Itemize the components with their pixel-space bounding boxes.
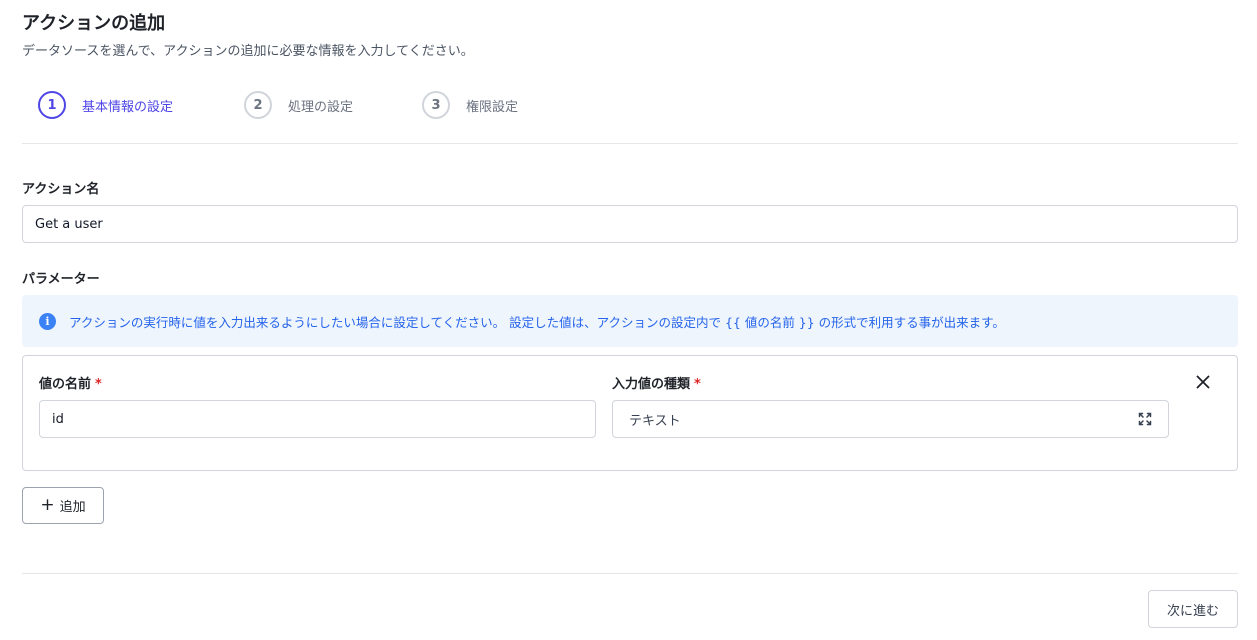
add-parameter-button[interactable]: + 追加 xyxy=(22,487,104,524)
info-banner: i アクションの実行時に値を入力出来るようにしたい場合に設定してください。 設定… xyxy=(22,295,1238,347)
page-title: アクションの追加 xyxy=(22,13,166,34)
step-number: 1 xyxy=(38,91,66,119)
input-type-label: 入力値の種類 * xyxy=(612,373,701,392)
action-name-input[interactable] xyxy=(22,205,1238,243)
action-name-label: アクション名 xyxy=(22,182,100,197)
info-icon: i xyxy=(39,312,56,330)
input-type-value: テキスト xyxy=(629,413,681,429)
step-number: 3 xyxy=(422,91,450,119)
step-basic-info[interactable]: 1 基本情報の設定 xyxy=(38,91,173,119)
stepper: 1 基本情報の設定 2 処理の設定 3 権限設定 xyxy=(38,91,638,119)
expand-icon xyxy=(1138,412,1152,426)
step-label: 基本情報の設定 xyxy=(82,99,174,115)
input-type-select[interactable]: テキスト xyxy=(612,400,1169,438)
required-mark: * xyxy=(694,377,701,392)
parameters-label: パラメーター xyxy=(22,272,100,287)
next-button[interactable]: 次に進む xyxy=(1148,590,1238,628)
input-type-label-text: 入力値の種類 xyxy=(612,377,691,392)
step-label: 処理の設定 xyxy=(288,99,354,115)
value-name-label: 値の名前 * xyxy=(39,373,102,392)
page-subtitle: データソースを選んで、アクションの追加に必要な情報を入力してください。 xyxy=(22,44,474,59)
remove-parameter-button[interactable] xyxy=(1192,371,1214,393)
value-name-label-text: 値の名前 xyxy=(39,377,92,392)
step-number: 2 xyxy=(244,91,272,119)
step-label: 権限設定 xyxy=(466,99,519,115)
plus-icon: + xyxy=(40,495,55,515)
value-name-input[interactable] xyxy=(39,400,596,438)
divider xyxy=(22,143,1238,144)
close-icon xyxy=(1196,375,1210,389)
info-text: アクションの実行時に値を入力出来るようにしたい場合に設定してください。 設定した… xyxy=(69,314,1005,330)
step-processing[interactable]: 2 処理の設定 xyxy=(244,91,353,119)
required-mark: * xyxy=(95,377,102,392)
step-permissions[interactable]: 3 権限設定 xyxy=(422,91,518,119)
divider xyxy=(22,573,1238,574)
add-button-label: 追加 xyxy=(59,500,86,515)
